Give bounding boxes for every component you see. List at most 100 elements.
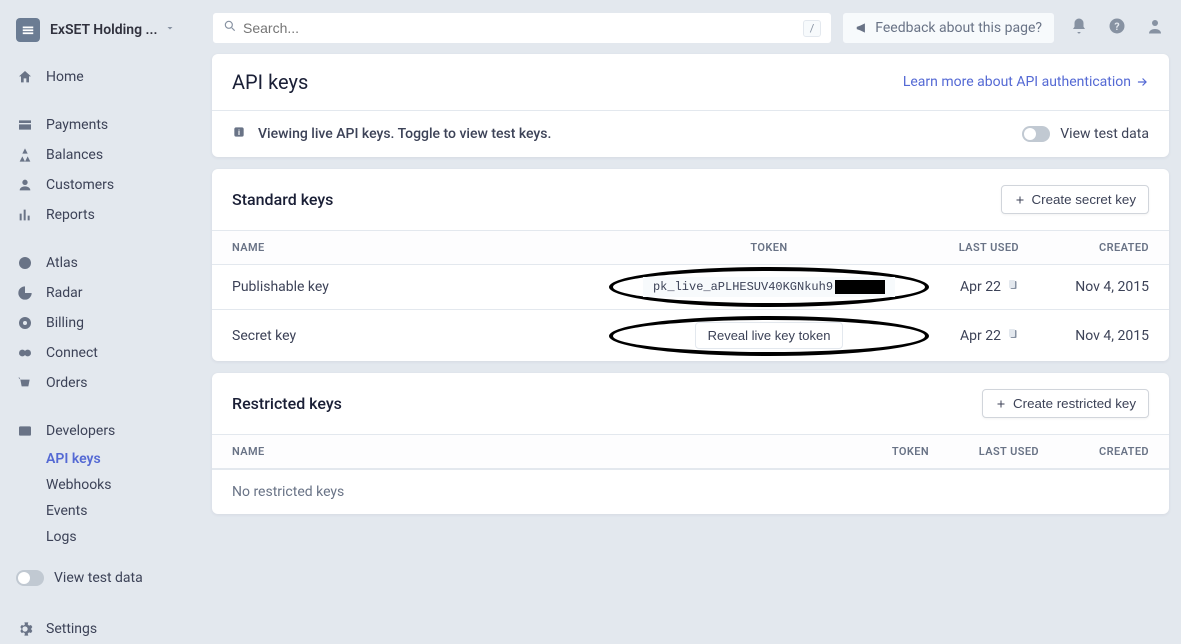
- nav-webhooks[interactable]: Webhooks: [0, 472, 200, 498]
- nav-events[interactable]: Events: [0, 498, 200, 524]
- nav-logs[interactable]: Logs: [0, 524, 200, 550]
- empty-state: No restricted keys: [212, 469, 1169, 514]
- nav-radar[interactable]: Radar: [0, 278, 200, 308]
- standard-keys-card: Standard keys Create secret key NAME TOK…: [212, 169, 1169, 361]
- nav-reports[interactable]: Reports: [0, 200, 200, 230]
- create-secret-label: Create secret key: [1032, 192, 1136, 207]
- plus-icon: [995, 398, 1007, 410]
- radar-icon: [16, 284, 34, 302]
- nav-developers[interactable]: Developers: [0, 416, 200, 446]
- clipboard-icon[interactable]: [1007, 328, 1019, 344]
- nav-payments[interactable]: Payments: [0, 110, 200, 140]
- last-used: Apr 22: [960, 279, 1001, 295]
- nav-label: Developers: [46, 423, 115, 439]
- tag-icon: [16, 116, 34, 134]
- created-date: Nov 4, 2015: [1039, 328, 1149, 344]
- nav-label: Logs: [46, 529, 77, 545]
- nav-label: Atlas: [46, 255, 78, 271]
- token-text: pk_live_aPLHESUV40KGNkuh9: [653, 280, 833, 294]
- help-icon[interactable]: ?: [1108, 17, 1126, 39]
- topbar: / Feedback about this page? ?: [212, 12, 1169, 44]
- col-created: CREATED: [1039, 241, 1149, 254]
- atlas-icon: [16, 254, 34, 272]
- col-name: NAME: [232, 445, 839, 458]
- nav-label: Payments: [46, 117, 108, 133]
- last-used: Apr 22: [960, 328, 1001, 344]
- search-box[interactable]: /: [212, 12, 832, 44]
- create-secret-key-button[interactable]: Create secret key: [1001, 185, 1149, 214]
- org-switcher[interactable]: ExSET Holding ...: [0, 12, 200, 56]
- nav-billing[interactable]: Billing: [0, 308, 200, 338]
- main: / Feedback about this page? ? API keys L…: [200, 0, 1181, 597]
- info-icon: i: [232, 125, 246, 143]
- org-logo-icon: [16, 18, 40, 42]
- org-name: ExSET Holding ...: [50, 22, 158, 38]
- nav-connect[interactable]: Connect: [0, 338, 200, 368]
- restricted-keys-title: Restricted keys: [232, 394, 982, 413]
- home-icon: [16, 68, 34, 86]
- nav-label: Radar: [46, 285, 83, 301]
- balance-icon: [16, 146, 34, 164]
- billing-icon: [16, 314, 34, 332]
- reveal-token-button[interactable]: Reveal live key token: [695, 322, 844, 349]
- col-last: LAST USED: [929, 445, 1039, 458]
- customers-icon: [16, 176, 34, 194]
- developers-icon: [16, 422, 34, 440]
- nav-label: Settings: [46, 621, 97, 637]
- feedback-label: Feedback about this page?: [875, 20, 1042, 36]
- table-row: Publishable key pk_live_aPLHESUV40KGNkuh…: [212, 265, 1169, 310]
- megaphone-icon: [855, 21, 869, 35]
- key-name: Secret key: [232, 328, 619, 344]
- banner-text: Viewing live API keys. Toggle to view te…: [258, 126, 1022, 142]
- res-table-header: NAME TOKEN LAST USED CREATED: [212, 434, 1169, 469]
- nav-customers[interactable]: Customers: [0, 170, 200, 200]
- chevron-down-icon: [164, 22, 176, 38]
- nav-orders[interactable]: Orders: [0, 368, 200, 398]
- create-restricted-label: Create restricted key: [1013, 396, 1136, 411]
- standard-keys-title: Standard keys: [232, 190, 1001, 209]
- redacted-icon: [835, 280, 885, 294]
- svg-text:i: i: [238, 128, 240, 137]
- nav-label: Connect: [46, 345, 98, 361]
- feedback-button[interactable]: Feedback about this page?: [842, 12, 1055, 44]
- search-input[interactable]: [243, 20, 803, 36]
- sidebar: ExSET Holding ... Home Payments Balances: [0, 0, 200, 597]
- nav-home[interactable]: Home: [0, 62, 200, 92]
- nav-label: Orders: [46, 375, 88, 391]
- nav-settings[interactable]: Settings: [0, 614, 200, 644]
- nav-label: Balances: [46, 147, 103, 163]
- create-restricted-key-button[interactable]: Create restricted key: [982, 389, 1149, 418]
- col-name: NAME: [232, 241, 619, 254]
- bell-icon[interactable]: [1070, 17, 1088, 39]
- banner-test-toggle[interactable]: [1022, 126, 1050, 142]
- key-name: Publishable key: [232, 279, 619, 295]
- nav-apikeys[interactable]: API keys: [0, 446, 200, 472]
- search-shortcut: /: [803, 20, 822, 37]
- learn-more-label: Learn more about API authentication: [903, 74, 1131, 90]
- publishable-key-token[interactable]: pk_live_aPLHESUV40KGNkuh9: [643, 277, 895, 297]
- toggle-label: View test data: [54, 570, 143, 586]
- nav-label: Billing: [46, 315, 84, 331]
- reveal-label: Reveal live key token: [708, 328, 831, 343]
- table-row: Secret key Reveal live key token Apr 22 …: [212, 310, 1169, 361]
- search-icon: [223, 19, 237, 37]
- orders-icon: [16, 374, 34, 392]
- header-card: API keys Learn more about API authentica…: [212, 54, 1169, 157]
- nav-label: Customers: [46, 177, 114, 193]
- gear-icon: [16, 620, 34, 638]
- created-date: Nov 4, 2015: [1039, 279, 1149, 295]
- clipboard-icon[interactable]: [1007, 279, 1019, 295]
- plus-icon: [1014, 194, 1026, 206]
- nav-balances[interactable]: Balances: [0, 140, 200, 170]
- std-table-header: NAME TOKEN LAST USED CREATED: [212, 230, 1169, 265]
- sidebar-test-toggle-row[interactable]: View test data: [0, 560, 200, 596]
- test-toggle[interactable]: [16, 570, 44, 586]
- connect-icon: [16, 344, 34, 362]
- nav-label: API keys: [46, 451, 101, 467]
- nav-label: Reports: [46, 207, 95, 223]
- nav-atlas[interactable]: Atlas: [0, 248, 200, 278]
- learn-more-link[interactable]: Learn more about API authentication: [903, 74, 1149, 90]
- col-last: LAST USED: [919, 241, 1019, 254]
- nav-label: Home: [46, 69, 84, 85]
- user-icon[interactable]: [1146, 17, 1164, 39]
